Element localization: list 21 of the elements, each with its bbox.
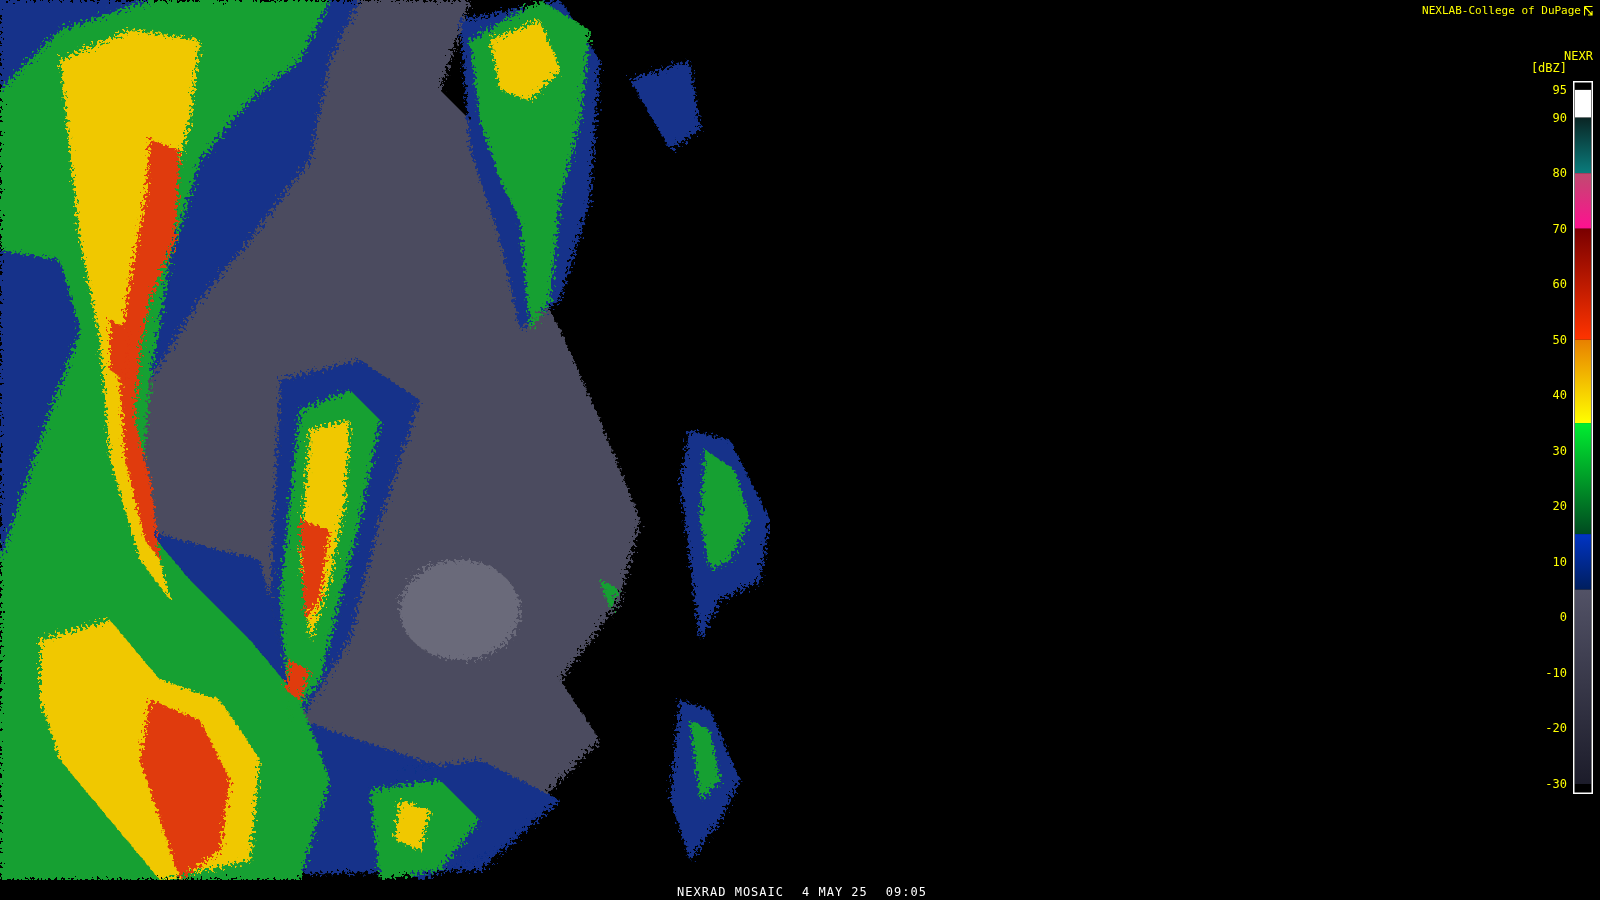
scale-tick-label: 70 <box>1552 221 1567 236</box>
scale-tick-label: 95 <box>1552 82 1567 97</box>
scale-tick-label: 0 <box>1559 610 1567 625</box>
credit-link[interactable]: NEXLAB-College of DuPage <box>1422 4 1593 17</box>
scale-tick-label: 80 <box>1552 166 1567 181</box>
scale-tick-label: 50 <box>1552 332 1567 347</box>
caption-time: 09:05 <box>885 885 927 899</box>
product-label: NEXR <box>1564 50 1593 62</box>
external-link-icon <box>1584 5 1593 16</box>
scale-tick-label: 20 <box>1552 499 1567 514</box>
scale-tick-label: 90 <box>1552 110 1567 125</box>
scale-tick-label: -20 <box>1545 721 1567 736</box>
caption-product: NEXRAD MOSAIC <box>677 885 784 899</box>
scale-tick-label: 10 <box>1552 554 1567 569</box>
scale-tick-label: 30 <box>1552 443 1567 458</box>
caption-date: 4 MAY 25 <box>802 885 868 899</box>
scale-tick-label: 60 <box>1552 277 1567 292</box>
scale-tick-label: -10 <box>1545 665 1567 680</box>
scale-tick-label: -30 <box>1545 777 1567 791</box>
unit-label: [dBZ] <box>1530 62 1567 74</box>
scale-tick-label: 40 <box>1552 388 1567 403</box>
